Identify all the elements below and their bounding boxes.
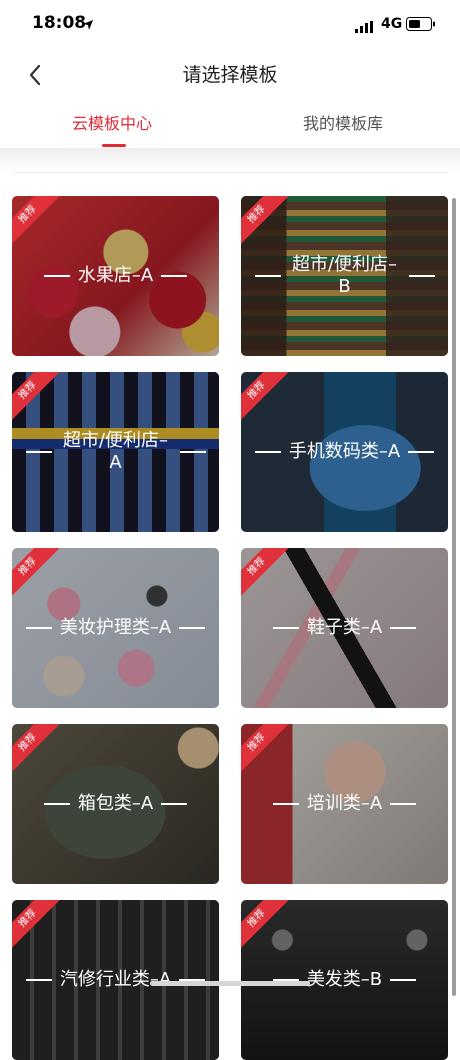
label-dash-right <box>179 627 206 629</box>
scrollbar[interactable] <box>452 198 456 996</box>
card-label-wrap: 美发类–B <box>241 900 448 1060</box>
label-dash-right <box>161 275 188 277</box>
label-dash-right <box>408 451 435 453</box>
label-dash-left <box>25 979 52 981</box>
label-dash-left <box>272 627 299 629</box>
card-label-wrap: 箱包类–A <box>12 724 219 884</box>
card-label-row: 手机数码类–A <box>254 441 435 463</box>
label-dash-right <box>390 803 417 805</box>
card-label-row: 美妆护理类–A <box>25 617 206 639</box>
label-dash-right <box>390 627 417 629</box>
template-card-shoes[interactable]: 推荐 鞋子类–A <box>241 548 448 708</box>
label-dash-left <box>25 627 52 629</box>
template-label: 手机数码类–A <box>288 441 401 462</box>
card-label-wrap: 鞋子类–A <box>241 548 448 708</box>
card-label-row: 箱包类–A <box>43 793 188 815</box>
template-card-auto-repair[interactable]: 推荐 汽修行业类–A <box>12 900 219 1060</box>
label-dash-left <box>254 451 281 453</box>
template-label: 箱包类–A <box>77 793 154 814</box>
template-card-supermarket-b[interactable]: 推荐 超市/便利店–B <box>241 196 448 356</box>
template-card-training[interactable]: 推荐 培训类–A <box>241 724 448 884</box>
template-label: 培训类–A <box>306 793 383 814</box>
card-label-row: 超市/便利店–A <box>25 430 206 474</box>
label-dash-right <box>179 451 206 453</box>
template-label: 水果店–A <box>77 265 154 286</box>
label-dash-right <box>408 275 435 277</box>
template-card-hair-salon[interactable]: 推荐 美发类–B <box>241 900 448 1060</box>
template-card-cosmetics[interactable]: 推荐 美妆护理类–A <box>12 548 219 708</box>
template-label: 超市/便利店–A <box>62 430 169 473</box>
home-indicator[interactable] <box>150 981 310 986</box>
template-label: 美妆护理类–A <box>59 617 172 638</box>
card-label-wrap: 超市/便利店–B <box>241 196 448 356</box>
template-card-fruit-store[interactable]: 推荐 水果店–A <box>12 196 219 356</box>
card-label-wrap: 水果店–A <box>12 196 219 356</box>
card-label-wrap: 培训类–A <box>241 724 448 884</box>
template-card-mobile-digital[interactable]: 推荐 手机数码类–A <box>241 372 448 532</box>
label-dash-left <box>254 275 281 277</box>
template-card-supermarket-a[interactable]: 推荐 超市/便利店–A <box>12 372 219 532</box>
card-label-row: 超市/便利店–B <box>254 254 435 298</box>
label-dash-left <box>272 803 299 805</box>
template-label: 超市/便利店–B <box>291 254 398 297</box>
card-label-wrap: 手机数码类–A <box>241 372 448 532</box>
card-label-wrap: 汽修行业类–A <box>12 900 219 1060</box>
label-dash-left <box>25 451 52 453</box>
label-dash-left <box>43 803 70 805</box>
label-dash-right <box>161 803 188 805</box>
card-label-wrap: 超市/便利店–A <box>12 372 219 532</box>
label-dash-left <box>43 275 70 277</box>
card-label-row: 水果店–A <box>43 265 188 287</box>
card-label-wrap: 美妆护理类–A <box>12 548 219 708</box>
card-label-row: 美发类–B <box>272 969 417 991</box>
template-card-bags[interactable]: 推荐 箱包类–A <box>12 724 219 884</box>
card-label-row: 汽修行业类–A <box>25 969 206 991</box>
template-label: 鞋子类–A <box>306 617 383 638</box>
template-label: 汽修行业类–A <box>59 969 172 990</box>
template-label: 美发类–B <box>306 969 383 990</box>
card-label-row: 鞋子类–A <box>272 617 417 639</box>
template-grid: 推荐 水果店–A 推荐 超市/便利店–B 推荐 超市/便利店–A 推荐 手机数码… <box>0 0 460 1060</box>
label-dash-right <box>390 979 417 981</box>
card-label-row: 培训类–A <box>272 793 417 815</box>
